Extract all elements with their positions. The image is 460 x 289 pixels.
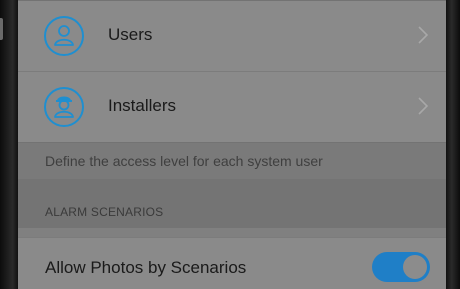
allow-photos-row: Allow Photos by Scenarios — [18, 237, 446, 289]
allow-photos-label: Allow Photos by Scenarios — [45, 258, 247, 277]
allow-photos-toggle[interactable] — [372, 252, 430, 282]
device-frame-right — [446, 0, 460, 289]
chevron-right-icon — [418, 26, 428, 44]
installer-icon — [44, 87, 84, 127]
installers-label: Installers — [108, 96, 177, 115]
installers-row[interactable]: Installers — [18, 71, 446, 142]
device-side-button — [0, 18, 3, 40]
toggle-knob — [403, 255, 427, 279]
alarm-scenarios-header: ALARM SCENARIOS — [18, 195, 446, 228]
users-label: Users — [108, 25, 153, 44]
device-frame-left — [0, 0, 18, 289]
users-row[interactable]: Users — [18, 1, 446, 71]
access-level-note: Define the access level for each system … — [18, 142, 446, 179]
section-spacer — [18, 179, 446, 195]
settings-screen: Users Installers Define the access level… — [18, 0, 446, 289]
user-icon — [44, 16, 84, 56]
chevron-right-icon — [418, 97, 428, 115]
